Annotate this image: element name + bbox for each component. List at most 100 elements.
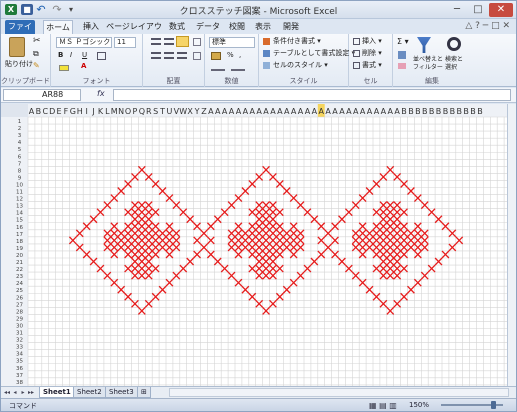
find-select-icon[interactable] xyxy=(447,37,461,51)
new-sheet-icon[interactable]: ⊞ xyxy=(137,387,151,398)
column-header[interactable]: A xyxy=(208,107,214,116)
column-header[interactable]: A xyxy=(298,107,304,116)
column-header[interactable]: B xyxy=(422,107,428,116)
column-header[interactable]: B xyxy=(463,107,469,116)
name-box[interactable]: AR88 xyxy=(3,89,81,101)
column-header[interactable]: A xyxy=(367,107,373,116)
column-header[interactable]: X xyxy=(187,107,193,116)
column-header[interactable]: A xyxy=(353,107,359,116)
row-header[interactable]: 1 xyxy=(18,119,22,125)
cell-styles-button[interactable]: セルのスタイル ▾ xyxy=(273,61,328,70)
column-header[interactable]: D xyxy=(49,107,55,116)
next-sheet-button[interactable]: ▸ xyxy=(19,388,27,398)
row-header[interactable]: 36 xyxy=(16,366,23,372)
close-button[interactable]: ✕ xyxy=(489,3,513,17)
column-header[interactable]: K xyxy=(98,107,104,116)
copy-icon[interactable]: ⧉ xyxy=(33,49,39,58)
wrap-text-icon[interactable] xyxy=(193,38,201,46)
row-header[interactable]: 32 xyxy=(16,338,23,344)
row-header[interactable]: 11 xyxy=(16,190,23,196)
column-header[interactable]: A xyxy=(291,107,297,116)
column-header[interactable]: A xyxy=(360,107,366,116)
grid-canvas[interactable]: ABCDEFGHIJKLMNOPQRSTUVWXYZAAAAAAAAAAAAAA… xyxy=(1,104,507,386)
underline-button[interactable]: U xyxy=(82,51,87,60)
increase-decimal-icon[interactable] xyxy=(211,65,225,71)
decrease-decimal-icon[interactable] xyxy=(231,65,245,71)
column-header[interactable]: B xyxy=(36,107,42,116)
column-header[interactable]: A xyxy=(236,107,242,116)
tab-review[interactable]: 校閲 xyxy=(225,20,249,34)
column-header[interactable]: A xyxy=(256,107,262,116)
column-header[interactable]: A xyxy=(381,107,387,116)
row-header[interactable]: 31 xyxy=(16,331,23,337)
column-header[interactable]: A xyxy=(339,107,345,116)
column-header[interactable]: A xyxy=(346,107,352,116)
row-header[interactable]: 33 xyxy=(16,345,23,351)
find-select-button[interactable]: 検索と 選択 xyxy=(445,56,463,72)
currency-icon[interactable] xyxy=(211,52,221,60)
sort-filter-button[interactable]: 並べ替えと フィルター xyxy=(413,56,443,72)
ribbon-window-controls[interactable]: △ ? ─ □ ✕ xyxy=(465,21,510,31)
row-header[interactable]: 35 xyxy=(16,359,23,365)
worksheet-grid[interactable]: ABCDEFGHIJKLMNOPQRSTUVWXYZAAAAAAAAAAAAAA… xyxy=(1,104,516,386)
font-name-select[interactable]: ＭＳ Ｐゴシック xyxy=(56,37,112,48)
paste-icon[interactable] xyxy=(9,37,25,57)
first-sheet-button[interactable]: ◂◂ xyxy=(3,388,11,398)
column-header[interactable]: P xyxy=(133,107,138,116)
font-size-select[interactable]: 11 xyxy=(114,37,136,48)
column-header[interactable]: B xyxy=(415,107,421,116)
column-header[interactable]: U xyxy=(167,107,173,116)
align-bottom-icon[interactable] xyxy=(176,36,189,47)
column-header[interactable]: B xyxy=(450,107,456,116)
tab-file[interactable]: ファイル xyxy=(5,20,35,44)
row-header[interactable]: 13 xyxy=(16,204,23,210)
row-header[interactable]: 3 xyxy=(18,133,22,139)
bold-button[interactable]: B xyxy=(58,51,63,60)
column-header[interactable]: A xyxy=(374,107,380,116)
view-mode-icons[interactable]: ▦ ▤ ▥ xyxy=(369,401,397,410)
column-header[interactable]: A xyxy=(388,107,394,116)
column-header[interactable]: G xyxy=(70,107,76,116)
column-header[interactable]: S xyxy=(153,107,158,116)
column-header[interactable]: B xyxy=(408,107,414,116)
column-header[interactable]: Z xyxy=(201,107,207,116)
font-color-icon[interactable]: A xyxy=(81,62,86,71)
column-header[interactable]: H xyxy=(77,107,83,116)
column-header[interactable]: A xyxy=(319,107,325,116)
align-left-icon[interactable] xyxy=(151,52,161,59)
row-header[interactable]: 37 xyxy=(16,373,23,379)
column-header[interactable]: T xyxy=(159,107,165,116)
last-sheet-button[interactable]: ▸▸ xyxy=(27,388,35,398)
align-center-icon[interactable] xyxy=(164,52,174,59)
tab-formulas[interactable]: 数式 xyxy=(165,20,189,34)
maximize-button[interactable]: □ xyxy=(468,3,488,17)
row-header[interactable]: 20 xyxy=(16,253,23,259)
row-header[interactable]: 5 xyxy=(18,147,22,153)
paste-button-label[interactable]: 貼り付け xyxy=(5,60,33,69)
tab-developer[interactable]: 開発 xyxy=(279,20,303,34)
column-header[interactable]: A xyxy=(222,107,228,116)
column-header[interactable]: A xyxy=(243,107,249,116)
row-header[interactable]: 6 xyxy=(18,154,22,160)
column-header[interactable]: B xyxy=(470,107,476,116)
vertical-scrollbar[interactable] xyxy=(507,104,516,386)
row-header[interactable]: 23 xyxy=(16,274,23,280)
row-header[interactable]: 8 xyxy=(18,168,22,174)
insert-button[interactable]: 挿入 ▾ xyxy=(362,37,382,46)
row-header[interactable]: 28 xyxy=(16,309,23,315)
formula-input[interactable] xyxy=(113,89,511,101)
column-header[interactable]: A xyxy=(263,107,269,116)
align-middle-icon[interactable] xyxy=(164,38,174,45)
column-header[interactable]: A xyxy=(270,107,276,116)
align-right-icon[interactable] xyxy=(177,52,187,59)
row-header[interactable]: 30 xyxy=(16,323,23,329)
conditional-format-button[interactable]: 条件付き書式 ▾ xyxy=(273,37,321,46)
select-all-corner[interactable] xyxy=(1,104,28,117)
autosum-button[interactable]: Σ ▾ xyxy=(397,37,409,46)
column-header[interactable]: O xyxy=(125,107,131,116)
column-header[interactable]: N xyxy=(118,107,124,116)
row-header[interactable]: 15 xyxy=(16,218,23,224)
insert-function-button[interactable]: fx xyxy=(97,89,105,98)
row-header[interactable]: 16 xyxy=(16,225,23,231)
column-header[interactable]: C xyxy=(42,107,48,116)
